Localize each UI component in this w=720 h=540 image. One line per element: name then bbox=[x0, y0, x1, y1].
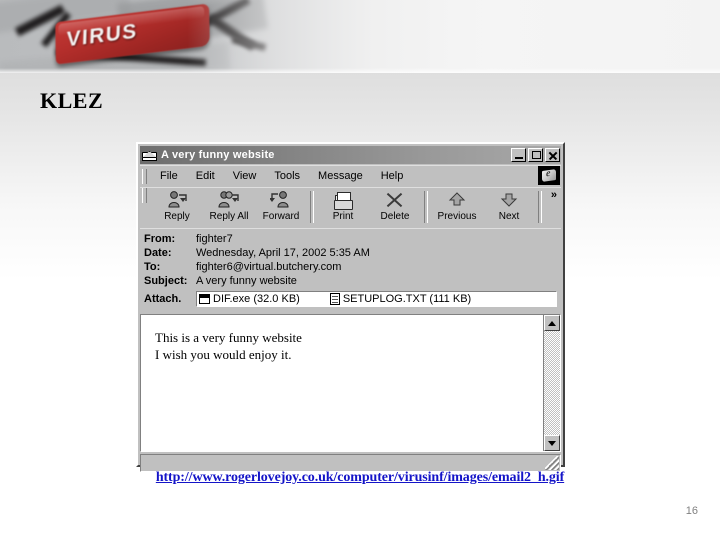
arrow-up-icon bbox=[446, 190, 468, 210]
reply-all-button[interactable]: Reply All bbox=[203, 188, 255, 226]
menu-item-edit[interactable]: Edit bbox=[187, 169, 224, 183]
vertical-scrollbar[interactable] bbox=[543, 315, 560, 451]
message-body-line-1: This is a very funny website bbox=[155, 330, 302, 345]
message-body-pane: This is a very funny website I wish you … bbox=[140, 314, 561, 452]
header-row-date: Date: Wednesday, April 17, 2002 5:35 AM bbox=[144, 246, 557, 260]
maximize-button[interactable] bbox=[528, 148, 543, 162]
header-row-from: From: fighter7 bbox=[144, 232, 557, 246]
reply-icon bbox=[166, 190, 188, 210]
window-controls bbox=[511, 148, 560, 162]
to-label: To: bbox=[144, 261, 161, 273]
next-label: Next bbox=[498, 211, 520, 222]
outlook-express-logo-icon bbox=[538, 166, 560, 185]
resize-grip[interactable] bbox=[545, 456, 559, 470]
message-header: From: fighter7 Date: Wednesday, April 17… bbox=[140, 228, 561, 312]
reply-all-label: Reply All bbox=[209, 211, 249, 222]
delete-label: Delete bbox=[380, 211, 410, 222]
virus-key-banner-image: VIRUS bbox=[0, 0, 720, 73]
scroll-up-button[interactable] bbox=[544, 315, 560, 331]
print-label: Print bbox=[332, 211, 354, 222]
page-number: 16 bbox=[685, 505, 698, 517]
envelope-icon bbox=[142, 149, 157, 161]
date-value: Wednesday, April 17, 2002 5:35 AM bbox=[196, 247, 370, 259]
attachment-name: SETUPLOG.TXT (111 KB) bbox=[342, 293, 472, 305]
window-title: A very funny website bbox=[161, 149, 275, 161]
forward-button[interactable]: Forward bbox=[255, 188, 307, 226]
slide: VIRUS KLEZ A very funny website File Edi… bbox=[0, 0, 720, 540]
printer-icon bbox=[332, 190, 354, 210]
message-body-line-2: I wish you would enjoy it. bbox=[155, 347, 292, 362]
close-button[interactable] bbox=[545, 148, 560, 162]
attachment-name: DIF.exe (32.0 KB) bbox=[213, 293, 300, 305]
menu-item-help[interactable]: Help bbox=[372, 169, 413, 183]
to-value: fighter6@virtual.butchery.com bbox=[196, 261, 342, 273]
source-url-caption[interactable]: http://www.rogerlovejoy.co.uk/computer/v… bbox=[0, 470, 720, 486]
attachment-item[interactable]: SETUPLOG.TXT (111 KB) bbox=[329, 293, 472, 305]
menu-item-tools[interactable]: Tools bbox=[265, 169, 309, 183]
menu-item-message[interactable]: Message bbox=[309, 169, 372, 183]
menu-drag-grip[interactable] bbox=[142, 168, 147, 184]
reply-all-icon bbox=[218, 190, 240, 210]
date-label: Date: bbox=[144, 247, 172, 259]
forward-icon bbox=[269, 190, 292, 210]
banner-bottom-fade bbox=[0, 68, 720, 73]
from-value: fighter7 bbox=[196, 233, 233, 245]
toolbar-separator bbox=[538, 191, 542, 223]
exe-file-icon bbox=[199, 294, 210, 304]
previous-label: Previous bbox=[437, 211, 477, 222]
scroll-down-button[interactable] bbox=[544, 435, 560, 451]
minimize-button[interactable] bbox=[511, 148, 526, 162]
from-label: From: bbox=[144, 233, 176, 245]
outlook-express-window: A very funny website File Edit View Tool… bbox=[136, 142, 565, 472]
attach-label: Attach. bbox=[144, 293, 182, 305]
reply-button[interactable]: Reply bbox=[151, 188, 203, 226]
toolbar-separator bbox=[424, 191, 428, 223]
banner-fade-overlay bbox=[0, 0, 720, 73]
delete-x-icon bbox=[384, 190, 406, 210]
next-button[interactable]: Next bbox=[483, 188, 535, 226]
message-body-text: This is a very funny website I wish you … bbox=[141, 315, 543, 451]
toolbar-drag-grip[interactable] bbox=[142, 188, 147, 203]
toolbar: Reply Reply All Forward Print Delete Pre… bbox=[140, 187, 561, 226]
toolbar-separator bbox=[310, 191, 314, 223]
previous-button[interactable]: Previous bbox=[431, 188, 483, 226]
print-button[interactable]: Print bbox=[317, 188, 369, 226]
menu-item-file[interactable]: File bbox=[151, 169, 187, 183]
text-file-icon bbox=[329, 293, 340, 305]
subject-label: Subject: bbox=[144, 275, 188, 287]
header-row-subject: Subject: A very funny website bbox=[144, 274, 557, 288]
toolbar-overflow-chevron-icon[interactable]: » bbox=[551, 190, 557, 201]
header-row-attach: Attach. DIF.exe (32.0 KB) SETUPLOG.TXT (… bbox=[144, 290, 557, 308]
menu-bar: File Edit View Tools Message Help bbox=[140, 165, 561, 186]
forward-label: Forward bbox=[262, 211, 300, 222]
delete-button[interactable]: Delete bbox=[369, 188, 421, 226]
window-titlebar: A very funny website bbox=[140, 146, 561, 164]
page-title: KLEZ bbox=[40, 88, 104, 113]
arrow-down-icon bbox=[498, 190, 520, 210]
attachment-list[interactable]: DIF.exe (32.0 KB) SETUPLOG.TXT (111 KB) bbox=[196, 291, 557, 307]
reply-label: Reply bbox=[164, 211, 190, 222]
attachment-item[interactable]: DIF.exe (32.0 KB) bbox=[199, 293, 300, 305]
menu-item-view[interactable]: View bbox=[224, 169, 266, 183]
subject-value: A very funny website bbox=[196, 275, 297, 287]
header-row-to: To: fighter6@virtual.butchery.com bbox=[144, 260, 557, 274]
